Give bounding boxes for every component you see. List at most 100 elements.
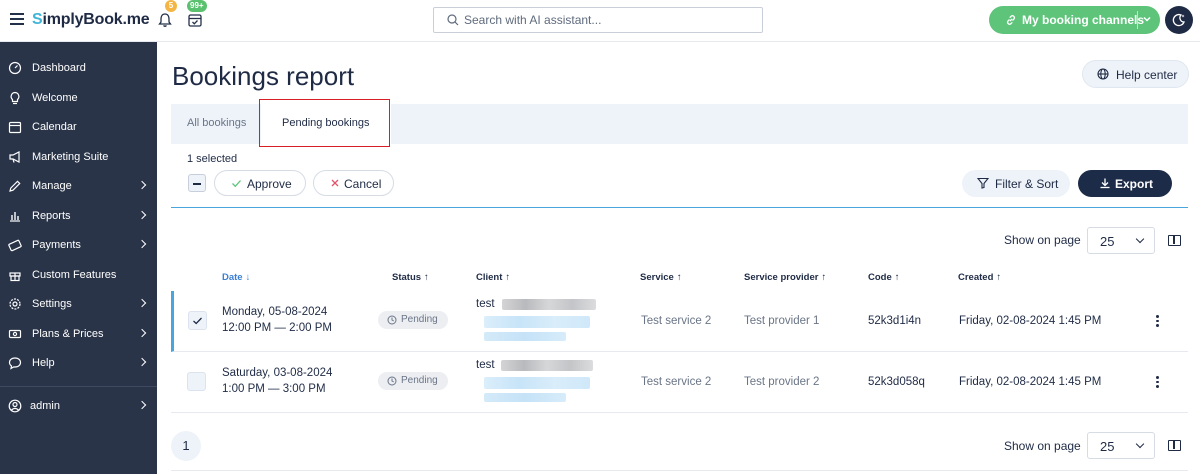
sidebar-item-payments[interactable]: Payments	[0, 232, 157, 260]
help-center-button[interactable]: Help center	[1082, 60, 1189, 88]
chevron-right-icon	[137, 400, 147, 410]
footer-divider	[171, 470, 1188, 471]
selected-count: 1 selected	[187, 153, 238, 165]
chevron-right-icon	[137, 210, 147, 220]
sidebar-item-help[interactable]: Help	[0, 350, 157, 378]
gear-icon	[9, 298, 21, 310]
tab-all-bookings[interactable]: All bookings	[187, 117, 246, 129]
redacted-client-email	[484, 377, 590, 389]
app-logo[interactable]: SimplyBook.me	[32, 11, 150, 29]
globe-icon	[1097, 68, 1109, 80]
client-name: test	[476, 298, 495, 310]
export-button[interactable]: Export	[1078, 170, 1172, 197]
bell-icon[interactable]	[157, 12, 173, 28]
column-header-service[interactable]: Service ↑	[640, 272, 682, 283]
page-title: Bookings report	[172, 61, 355, 91]
approve-button[interactable]: Approve	[214, 170, 306, 196]
credit-card-icon	[8, 239, 22, 252]
status-badge: Pending	[378, 372, 448, 390]
booking-channels-label: My booking channels	[1022, 13, 1145, 27]
theme-toggle-button[interactable]	[1165, 6, 1193, 34]
chat-bubble-icon	[8, 357, 22, 370]
provider-name: Test provider 1	[744, 315, 820, 327]
calendar-icon	[8, 121, 22, 134]
booking-channels-button[interactable]: My booking channels	[989, 6, 1160, 34]
columns-icon[interactable]	[1168, 235, 1181, 246]
chevron-down-icon[interactable]	[1142, 14, 1152, 24]
booking-code: 52k3d058q	[868, 376, 925, 388]
table-row[interactable]: Monday, 05-08-2024 12:00 PM — 2:00 PM Pe…	[171, 291, 1188, 352]
filter-icon	[977, 177, 989, 189]
lightbulb-icon	[10, 91, 20, 105]
page-number-button[interactable]: 1	[171, 431, 201, 461]
chevron-right-icon	[137, 328, 147, 338]
sidebar-divider	[0, 386, 157, 387]
chevron-down-icon	[1135, 234, 1145, 244]
created-date: Friday, 02-08-2024 1:45 PM	[959, 376, 1102, 388]
chevron-down-icon	[1135, 439, 1145, 449]
sidebar-item-custom-features[interactable]: Custom Features	[0, 262, 157, 290]
link-icon	[1006, 15, 1016, 25]
dashboard-gauge-icon	[8, 61, 22, 75]
service-name: Test service 2	[641, 376, 712, 388]
sidebar-item-welcome[interactable]: Welcome	[0, 85, 157, 113]
sidebar-item-reports[interactable]: Reports	[0, 203, 157, 231]
more-options-icon[interactable]	[1155, 376, 1159, 388]
deselect-all-checkbox[interactable]	[188, 174, 206, 192]
page-size-select[interactable]: 25	[1087, 227, 1155, 254]
cancel-button[interactable]: Cancel	[313, 170, 394, 196]
redacted-client-phone	[484, 393, 566, 402]
redacted-client-email	[484, 316, 590, 328]
client-name: test	[476, 359, 495, 371]
page-size-select[interactable]: 25	[1087, 432, 1155, 459]
hamburger-menu-icon[interactable]	[10, 13, 24, 25]
column-header-status[interactable]: Status ↑	[392, 272, 429, 283]
sidebar-item-calendar[interactable]: Calendar	[0, 114, 157, 142]
pencil-icon	[9, 180, 21, 192]
row-checkbox[interactable]	[187, 372, 206, 391]
filter-sort-button[interactable]: Filter & Sort	[962, 170, 1070, 197]
calendar-check-icon[interactable]	[187, 12, 203, 28]
column-header-code[interactable]: Code ↑	[868, 272, 900, 283]
booking-date: Monday, 05-08-2024	[222, 306, 328, 318]
chevron-right-icon	[137, 180, 147, 190]
user-avatar-icon	[8, 399, 22, 413]
moon-icon	[1172, 13, 1185, 27]
column-header-date[interactable]: Date ↓	[222, 272, 250, 283]
divider	[1137, 11, 1138, 29]
redacted-client-surname	[502, 299, 596, 310]
column-header-created[interactable]: Created ↑	[958, 272, 1001, 283]
chevron-right-icon	[137, 357, 147, 367]
top-bar: SimplyBook.me 5 99+ My booking channels	[0, 0, 1200, 42]
row-checkbox[interactable]	[188, 311, 207, 330]
gift-icon	[9, 272, 21, 282]
sidebar-item-marketing-suite[interactable]: Marketing Suite	[0, 144, 157, 172]
chevron-right-icon	[137, 239, 147, 249]
created-date: Friday, 02-08-2024 1:45 PM	[959, 315, 1102, 327]
column-header-provider[interactable]: Service provider ↑	[744, 272, 826, 283]
show-on-page-label: Show on page	[1004, 439, 1081, 453]
sidebar-item-admin[interactable]: admin	[0, 393, 157, 421]
column-header-client[interactable]: Client ↑	[476, 272, 510, 283]
highlight-box	[259, 99, 390, 147]
sidebar-item-dashboard[interactable]: Dashboard	[0, 55, 157, 83]
sidebar-item-manage[interactable]: Manage	[0, 173, 157, 201]
table-row[interactable]: Saturday, 03-08-2024 1:00 PM — 3:00 PM P…	[171, 352, 1188, 413]
sidebar-item-settings[interactable]: Settings	[0, 291, 157, 319]
bookings-count-badge: 99+	[187, 0, 207, 12]
sidebar-item-plans-prices[interactable]: Plans & Prices	[0, 321, 157, 349]
more-options-icon[interactable]	[1155, 315, 1159, 327]
search-input[interactable]	[464, 11, 754, 29]
clock-icon	[387, 376, 397, 386]
ai-search-box[interactable]	[433, 7, 763, 33]
search-icon	[447, 14, 459, 26]
booking-time: 1:00 PM — 3:00 PM	[222, 383, 326, 395]
show-on-page-label: Show on page	[1004, 233, 1081, 247]
money-icon	[8, 329, 22, 339]
checkmark-icon	[193, 317, 202, 325]
booking-code: 52k3d1i4n	[868, 315, 922, 327]
sidebar: Dashboard Welcome Calendar Marketing Sui…	[0, 42, 157, 474]
download-icon	[1100, 178, 1110, 189]
columns-icon[interactable]	[1168, 440, 1181, 451]
close-icon	[331, 179, 339, 187]
